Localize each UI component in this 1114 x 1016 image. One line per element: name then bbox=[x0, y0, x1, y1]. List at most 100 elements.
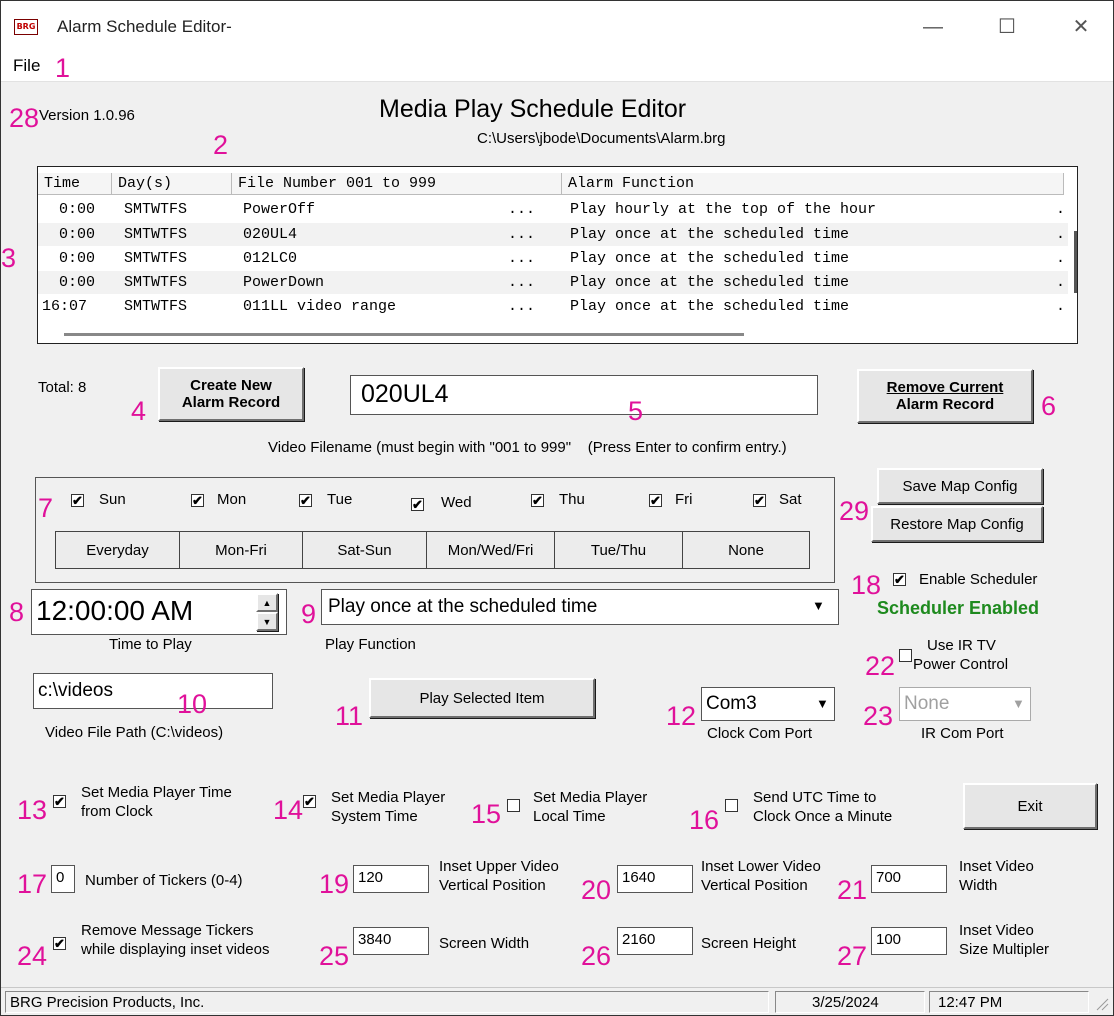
cell-file: PowerOff bbox=[243, 201, 316, 218]
create-record-label-1: Create New bbox=[190, 377, 272, 394]
play-function-select[interactable]: Play once at the scheduled time ▼ bbox=[321, 589, 839, 625]
inset-width-input[interactable]: 700 bbox=[871, 865, 947, 893]
preset-mon-wed-fri-button[interactable]: Mon/Wed/Fri bbox=[426, 531, 555, 569]
set-system-time-checkbox[interactable]: ✔ bbox=[303, 795, 316, 808]
time-label: Time to Play bbox=[109, 636, 192, 653]
cell-function: Play once at the scheduled time bbox=[570, 298, 850, 315]
cell-dots: ... bbox=[508, 201, 536, 218]
set-time-from-clock-checkbox[interactable]: ✔ bbox=[53, 795, 66, 808]
ir-tv-label-1: Use IR TV bbox=[927, 637, 996, 654]
checkbox-sat[interactable]: ✔ bbox=[753, 494, 766, 507]
app-logo-icon: BRG bbox=[14, 19, 38, 35]
send-utc-time-checkbox[interactable] bbox=[725, 799, 738, 812]
scheduler-status: Scheduler Enabled bbox=[877, 598, 1040, 618]
preset-sat-sun-button[interactable]: Sat-Sun bbox=[302, 531, 427, 569]
vertical-scrollbar-thumb[interactable] bbox=[1074, 231, 1077, 293]
checkbox-sun[interactable]: ✔ bbox=[71, 494, 84, 507]
inset-upper-position-input[interactable]: 120 bbox=[353, 865, 429, 893]
page-title: Media Play Schedule Editor bbox=[379, 95, 687, 123]
checkbox-mon[interactable]: ✔ bbox=[191, 494, 204, 507]
size-multiplier-label-1: Inset Video bbox=[959, 922, 1034, 939]
chevron-down-icon[interactable]: ▼ bbox=[816, 696, 829, 711]
time-to-play-field[interactable]: 12:00:00 AM bbox=[31, 589, 287, 635]
cell-function: Play once at the scheduled time bbox=[570, 274, 850, 291]
status-date: 3/25/2024 bbox=[775, 991, 925, 1013]
resize-grip-icon[interactable] bbox=[1095, 997, 1109, 1011]
chevron-down-icon[interactable]: ▼ bbox=[1012, 696, 1025, 711]
screen-height-input[interactable]: 2160 bbox=[617, 927, 693, 955]
size-multiplier-label-2: Size Multipler bbox=[959, 941, 1050, 958]
column-header-function[interactable]: Alarm Function bbox=[562, 173, 1064, 195]
video-path-input[interactable]: c:\videos bbox=[33, 673, 273, 709]
table-row[interactable]: 0:00 SMTWTFS PowerDown ... Play once at … bbox=[38, 271, 1068, 294]
column-header-days[interactable]: Day(s) bbox=[112, 173, 232, 195]
minimize-button[interactable]: — bbox=[913, 13, 953, 41]
preset-none-button[interactable]: None bbox=[682, 531, 810, 569]
preset-tue-thu-button[interactable]: Tue/Thu bbox=[554, 531, 683, 569]
checkbox-thu[interactable]: ✔ bbox=[531, 494, 544, 507]
screen-width-input[interactable]: 3840 bbox=[353, 927, 429, 955]
video-filename-input[interactable]: 020UL4 bbox=[350, 375, 818, 415]
annotation-14: 14 bbox=[273, 795, 304, 825]
time-up-button[interactable]: ▲ bbox=[256, 593, 278, 612]
cell-dots: ... bbox=[508, 226, 536, 243]
cell-function: Play once at the scheduled time bbox=[570, 250, 850, 267]
set-system-time-label-1: Set Media Player bbox=[331, 789, 446, 806]
clock-com-port-select[interactable]: Com3 ▼ bbox=[701, 687, 835, 721]
play-selected-item-button[interactable]: Play Selected Item bbox=[369, 678, 595, 718]
preset-mon-fri-button[interactable]: Mon-Fri bbox=[179, 531, 303, 569]
set-local-time-checkbox[interactable] bbox=[507, 799, 520, 812]
table-row[interactable]: 0:00 SMTWTFS PowerOff ... Play hourly at… bbox=[38, 198, 1068, 221]
enable-scheduler-label: Enable Scheduler bbox=[919, 571, 1038, 588]
column-header-time[interactable]: Time bbox=[38, 173, 112, 195]
title-bar[interactable]: BRG Alarm Schedule Editor- — ☐ ✕ bbox=[1, 1, 1113, 51]
cell-file: 012LC0 bbox=[243, 250, 298, 267]
table-row[interactable]: 0:00 SMTWTFS 012LC0 ... Play once at the… bbox=[38, 247, 1068, 270]
cell-time: 0:00 bbox=[50, 226, 96, 243]
checkbox-tue[interactable]: ✔ bbox=[299, 494, 312, 507]
table-row[interactable]: 16:07 SMTWTFS 011LL video range ... Play… bbox=[38, 295, 1068, 318]
exit-button[interactable]: Exit bbox=[963, 783, 1097, 829]
exit-label: Exit bbox=[1017, 797, 1043, 815]
cell-days: SMTWTFS bbox=[124, 274, 188, 291]
restore-map-config-button[interactable]: Restore Map Config bbox=[871, 506, 1043, 542]
ir-com-port-select[interactable]: None ▼ bbox=[899, 687, 1031, 721]
annotation-16: 16 bbox=[689, 805, 720, 835]
annotation-5: 5 bbox=[628, 396, 644, 426]
time-down-button[interactable]: ▼ bbox=[256, 612, 278, 631]
cell-function: Play hourly at the top of the hour bbox=[570, 201, 877, 218]
inset-lower-position-input[interactable]: 1640 bbox=[617, 865, 693, 893]
cell-file: 020UL4 bbox=[243, 226, 298, 243]
set-local-time-label-1: Set Media Player bbox=[533, 789, 648, 806]
annotation-26: 26 bbox=[581, 941, 612, 971]
horizontal-scrollbar-thumb[interactable] bbox=[64, 333, 744, 336]
enable-scheduler-checkbox[interactable]: ✔ bbox=[893, 573, 906, 586]
annotation-6: 6 bbox=[1041, 391, 1057, 421]
ir-tv-power-checkbox[interactable] bbox=[899, 649, 912, 662]
checkbox-fri[interactable]: ✔ bbox=[649, 494, 662, 507]
label-thu: Thu bbox=[559, 491, 585, 508]
checkbox-wed[interactable]: ✔ bbox=[411, 498, 424, 511]
cell-tail: . bbox=[1056, 274, 1066, 291]
preset-everyday-button[interactable]: Everyday bbox=[55, 531, 180, 569]
screen-height-label: Screen Height bbox=[701, 935, 797, 952]
maximize-button[interactable]: ☐ bbox=[987, 13, 1027, 41]
remove-record-button[interactable]: Remove Current Alarm Record bbox=[857, 369, 1033, 423]
send-utc-time-label-2: Clock Once a Minute bbox=[753, 808, 893, 825]
size-multiplier-input[interactable]: 100 bbox=[871, 927, 947, 955]
remove-tickers-checkbox[interactable]: ✔ bbox=[53, 937, 66, 950]
video-path-label: Video File Path (C:\videos) bbox=[45, 724, 224, 741]
chevron-down-icon[interactable]: ▼ bbox=[812, 598, 825, 613]
menu-file[interactable]: File bbox=[13, 56, 40, 76]
cell-tail: . bbox=[1056, 201, 1066, 218]
create-record-button[interactable]: Create New Alarm Record bbox=[158, 367, 304, 421]
close-button[interactable]: ✕ bbox=[1061, 13, 1101, 41]
schedule-table[interactable]: Time Day(s) File Number 001 to 999 Alarm… bbox=[37, 166, 1078, 344]
save-map-config-button[interactable]: Save Map Config bbox=[877, 468, 1043, 504]
cell-days: SMTWTFS bbox=[124, 298, 188, 315]
column-header-file[interactable]: File Number 001 to 999 bbox=[232, 173, 562, 195]
tickers-input[interactable]: 0 bbox=[51, 865, 75, 893]
table-row[interactable]: 0:00 SMTWTFS 020UL4 ... Play once at the… bbox=[38, 223, 1068, 246]
annotation-25: 25 bbox=[319, 941, 350, 971]
annotation-24: 24 bbox=[17, 941, 48, 971]
